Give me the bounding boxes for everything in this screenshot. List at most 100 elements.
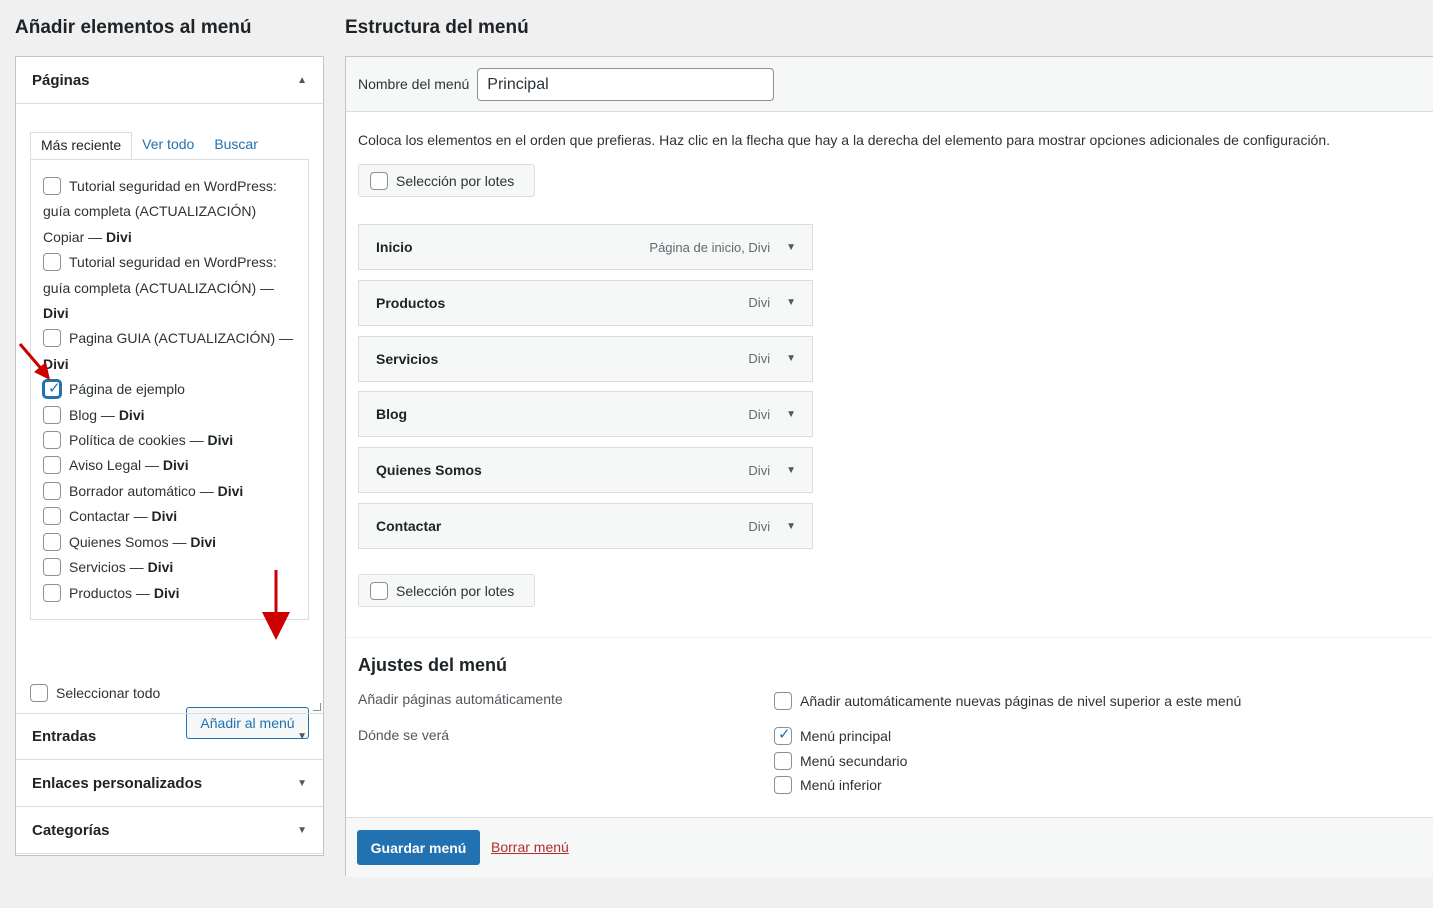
- bulk-select-top[interactable]: Selección por lotes: [358, 164, 535, 197]
- page-builder-tag: Divi: [207, 432, 234, 449]
- page-checklist-item[interactable]: Tutorial seguridad en WordPress: guía co…: [43, 250, 296, 326]
- page-checklist-label: Página de ejemplo: [69, 381, 185, 398]
- categories-panel-header[interactable]: Categorías ▼: [16, 807, 323, 854]
- menu-name-row: Nombre del menú Principal: [346, 57, 1433, 112]
- page-checkbox[interactable]: [43, 507, 61, 526]
- bulk-select-checkbox[interactable]: [370, 581, 388, 600]
- page-checkbox[interactable]: [43, 431, 61, 450]
- auto-add-option[interactable]: Añadir automáticamente nuevas páginas de…: [774, 692, 1241, 710]
- menu-item-title: Contactar: [376, 518, 442, 534]
- caret-down-icon[interactable]: ▼: [297, 778, 307, 789]
- page-checklist-label: Aviso Legal: [69, 457, 142, 474]
- posts-panel-header[interactable]: Entradas ▼: [16, 713, 323, 760]
- location-option-label: Menú secundario: [800, 752, 908, 769]
- location-option-label: Menú principal: [800, 728, 892, 744]
- custom-links-panel-header[interactable]: Enlaces personalizados ▼: [16, 760, 323, 807]
- custom-links-panel-title: Enlaces personalizados: [32, 774, 203, 792]
- caret-down-icon[interactable]: ▼: [786, 242, 796, 253]
- caret-down-icon[interactable]: ▼: [786, 409, 796, 420]
- menu-structure-panel: Nombre del menú Principal Coloca los ele…: [345, 56, 1433, 877]
- save-menu-button[interactable]: Guardar menú: [357, 830, 480, 865]
- separator-dash: —: [97, 406, 119, 423]
- menu-item-productos[interactable]: Productos Divi ▼: [358, 279, 813, 326]
- caret-up-icon[interactable]: ▲: [297, 75, 307, 86]
- tab-search[interactable]: Buscar: [204, 132, 268, 159]
- page-checklist-label: Servicios: [69, 559, 126, 576]
- page-checklist-item[interactable]: Tutorial seguridad en WordPress: guía co…: [43, 174, 296, 250]
- page-checkbox[interactable]: [43, 456, 61, 475]
- page-checklist-item[interactable]: Política de cookies — Divi: [43, 428, 296, 453]
- page-builder-tag: Divi: [43, 305, 69, 322]
- page-checklist-label: Quienes Somos: [69, 533, 169, 550]
- menu-item-inicio[interactable]: Inicio Página de inicio, Divi ▼: [358, 224, 813, 270]
- separator-dash: —: [125, 559, 148, 576]
- location-option[interactable]: Menú inferior: [774, 776, 882, 794]
- tab-most-recent[interactable]: Más reciente: [30, 132, 133, 159]
- bulk-select-checkbox[interactable]: [370, 171, 388, 190]
- page-checkbox[interactable]: [43, 558, 61, 577]
- menu-item-blog[interactable]: Blog Divi ▼: [358, 391, 813, 438]
- page-checkbox[interactable]: [43, 253, 61, 272]
- page-checklist-label: Blog: [69, 406, 98, 423]
- location-checkbox[interactable]: ✓: [774, 726, 792, 745]
- auto-add-checkbox[interactable]: [774, 692, 792, 710]
- page-checkbox[interactable]: [43, 583, 61, 602]
- page-checkbox[interactable]: [43, 532, 61, 551]
- pages-checklist: Tutorial seguridad en WordPress: guía co…: [30, 159, 309, 620]
- resize-handle-icon[interactable]: [313, 703, 321, 711]
- menu-item-type: Divi: [748, 462, 771, 478]
- separator-dash: —: [129, 508, 152, 525]
- menu-name-label: Nombre del menú: [358, 76, 470, 92]
- page-checklist-label: Tutorial seguridad en WordPress: guía co…: [43, 254, 277, 296]
- menu-item-title: Servicios: [376, 350, 439, 367]
- location-checkbox[interactable]: [774, 751, 792, 770]
- page-checklist-label: Pagina GUIA (ACTUALIZACIÓN): [69, 330, 276, 347]
- annotation-arrow-icon: [262, 570, 290, 640]
- separator-dash: —: [185, 432, 208, 449]
- page-checklist-item[interactable]: ✓ Página de ejemplo: [43, 377, 296, 402]
- page-builder-tag: Divi: [147, 559, 174, 576]
- page-checklist-item[interactable]: Borrador automático — Divi: [43, 479, 296, 504]
- page-checklist-item[interactable]: Blog — Divi: [43, 403, 296, 428]
- page-checklist-item[interactable]: Quienes Somos — Divi: [43, 530, 296, 555]
- caret-down-icon[interactable]: ▼: [786, 353, 796, 364]
- page-builder-tag: Divi: [162, 457, 189, 474]
- delete-menu-link[interactable]: Borrar menú: [491, 839, 569, 855]
- bulk-select-bottom[interactable]: Selección por lotes: [358, 574, 535, 607]
- menu-item-contactar[interactable]: Contactar Divi ▼: [358, 503, 813, 549]
- page-checkbox[interactable]: [43, 405, 61, 424]
- caret-down-icon[interactable]: ▼: [786, 521, 796, 532]
- menu-item-quienes-somos[interactable]: Quienes Somos Divi ▼: [358, 447, 813, 494]
- select-all-checkbox[interactable]: [30, 684, 48, 702]
- location-option[interactable]: Menú secundario: [774, 751, 908, 770]
- menu-item-title: Inicio: [376, 239, 413, 255]
- menu-item-title: Productos: [376, 294, 446, 311]
- caret-down-icon[interactable]: ▼: [297, 731, 307, 742]
- caret-down-icon[interactable]: ▼: [786, 297, 796, 308]
- caret-down-icon[interactable]: ▼: [786, 465, 796, 476]
- menu-footer: Guardar menú Borrar menú: [346, 817, 1433, 877]
- menu-name-input[interactable]: Principal: [477, 67, 775, 101]
- location-checkbox[interactable]: [774, 776, 792, 794]
- annotation-arrow-icon: [18, 343, 50, 380]
- page-checklist-item[interactable]: Contactar — Divi: [43, 504, 296, 529]
- page-checkbox[interactable]: [43, 177, 61, 195]
- separator-dash: —: [195, 482, 218, 499]
- location-label: Dónde se verá: [358, 727, 450, 743]
- tab-view-all[interactable]: Ver todo: [132, 132, 204, 159]
- caret-down-icon[interactable]: ▼: [297, 825, 307, 836]
- page-checklist-label: Borrador automático: [69, 482, 196, 499]
- menu-structure-heading: Estructura del menú: [345, 17, 529, 38]
- separator-dash: —: [141, 457, 163, 474]
- pages-tabs: Más reciente Ver todo Buscar: [30, 132, 268, 159]
- menu-item-title: Blog: [376, 406, 408, 423]
- page-checklist-label: Tutorial seguridad en WordPress: guía co…: [43, 178, 277, 245]
- bulk-select-label: Selección por lotes: [396, 582, 515, 599]
- page-checkbox[interactable]: [43, 481, 61, 500]
- page-checklist-item[interactable]: Aviso Legal — Divi: [43, 453, 296, 478]
- select-all-row[interactable]: Seleccionar todo: [30, 684, 160, 702]
- menu-item-servicios[interactable]: Servicios Divi ▼: [358, 335, 813, 382]
- location-option[interactable]: ✓ Menú principal: [774, 726, 892, 745]
- pages-panel-header[interactable]: Páginas ▲: [16, 57, 323, 104]
- page-checklist-item[interactable]: Pagina GUIA (ACTUALIZACIÓN) — Divi: [43, 326, 296, 377]
